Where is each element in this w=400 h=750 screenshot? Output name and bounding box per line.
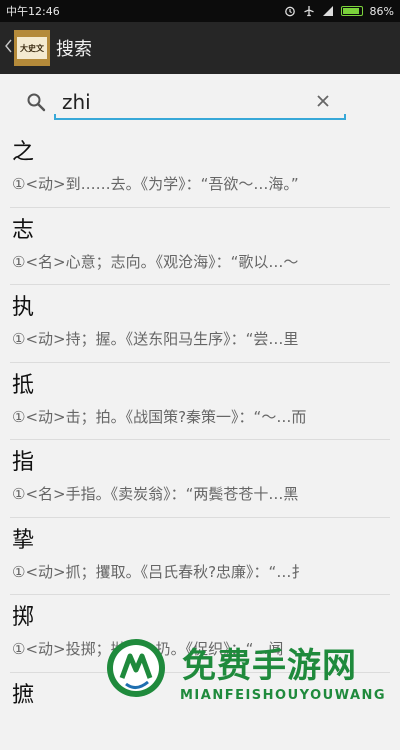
- result-item[interactable]: 之 ①<动>到……去。《为学》：“吾欲～…海。”: [0, 130, 400, 208]
- result-char: 指: [12, 440, 400, 476]
- result-char: 掷: [12, 595, 400, 631]
- result-char: 志: [12, 208, 400, 244]
- chevron-left-icon: [4, 38, 12, 54]
- result-definition: ①<名>心意；志向。《观沧海》：“歌以…～: [12, 252, 392, 272]
- search-bar: [0, 74, 400, 130]
- back-button[interactable]: [2, 38, 14, 59]
- result-definition: ①<动>持；握。《送东阳马生序》：“尝…里: [12, 329, 392, 349]
- search-icon: [26, 92, 46, 112]
- result-definition: ①<动>到……去。《为学》：“吾欲～…海。”: [12, 174, 392, 194]
- result-char: 之: [12, 130, 400, 166]
- alarm-icon: [284, 5, 296, 17]
- status-bar: 中午12:46 86%: [0, 0, 400, 22]
- status-icons: 86%: [284, 5, 394, 18]
- result-char: 挚: [12, 518, 400, 554]
- result-item[interactable]: 指 ①<名>手指。《卖炭翁》：“两鬓苍苍十…黑: [0, 440, 400, 518]
- app-logo[interactable]: 大史文: [14, 30, 50, 66]
- result-char: 抵: [12, 363, 400, 399]
- action-bar: 大史文 搜索: [0, 22, 400, 74]
- airplane-icon: [303, 5, 315, 17]
- signal-icon: [322, 5, 334, 17]
- result-definition: ①<动>击；拍。《战国策?秦策一》：“～…而: [12, 407, 392, 427]
- search-input[interactable]: [62, 88, 302, 116]
- result-definition: ①<动>抓；攫取。《吕氏春秋?忠廉》：“…扌: [12, 562, 392, 582]
- result-item[interactable]: 抵 ①<动>击；拍。《战国策?秦策一》：“～…而: [0, 363, 400, 441]
- result-item[interactable]: 执 ①<动>持；握。《送东阳马生序》：“尝…里: [0, 285, 400, 363]
- battery-percent: 86%: [370, 5, 394, 18]
- result-item[interactable]: 挚 ①<动>抓；攫取。《吕氏春秋?忠廉》：“…扌: [0, 518, 400, 596]
- watermark-logo-icon: [104, 636, 168, 700]
- status-time: 中午12:46: [6, 3, 284, 19]
- watermark-title: 免费手游网: [182, 638, 357, 687]
- page-title: 搜索: [56, 35, 92, 61]
- result-definition: ①<名>手指。《卖炭翁》：“两鬓苍苍十…黑: [12, 484, 392, 504]
- watermark-subtitle: MIANFEISHOUYOUWANG: [180, 688, 386, 703]
- search-underline: [54, 118, 346, 120]
- watermark: 免费手游网 MIANFEISHOUYOUWANG: [104, 636, 400, 711]
- close-icon[interactable]: [314, 92, 332, 110]
- result-item[interactable]: 志 ①<名>心意；志向。《观沧海》：“歌以…～: [0, 208, 400, 286]
- battery-icon: [341, 6, 363, 16]
- result-char: 执: [12, 285, 400, 321]
- app-logo-text: 大史文: [17, 37, 47, 59]
